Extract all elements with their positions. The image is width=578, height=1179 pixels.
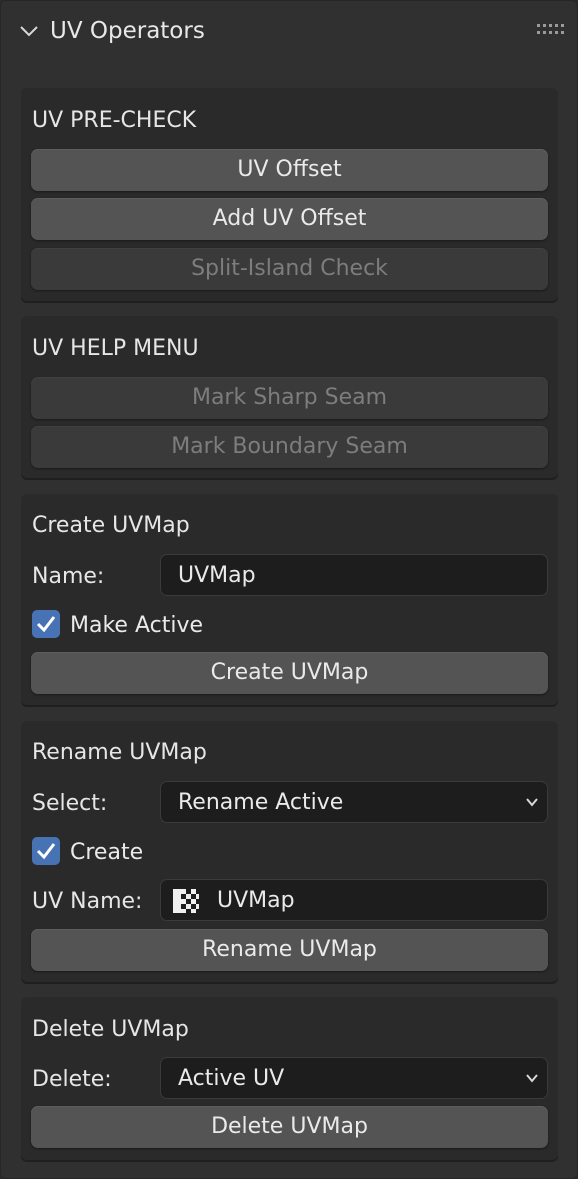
uv-help-menu-box: UV HELP MENU Mark Sharp Seam Mark Bounda…	[21, 316, 558, 478]
create-uvmap-title: Create UVMap	[32, 513, 190, 538]
rename-uvmap-title: Rename UVMap	[32, 740, 207, 765]
chevron-down-icon	[526, 798, 538, 807]
uv-name-field[interactable]: UVMap	[160, 879, 548, 921]
chevron-down-icon	[526, 1074, 538, 1083]
panel-header[interactable]: UV Operators	[1, 1, 577, 63]
split-island-check-button[interactable]: Split-Island Check	[31, 248, 548, 290]
delete-dropdown[interactable]: Active UV	[160, 1057, 548, 1099]
select-dropdown[interactable]: Rename Active	[160, 781, 548, 823]
drag-grip-icon[interactable]	[537, 23, 565, 35]
create-checkbox[interactable]	[32, 837, 60, 865]
rename-uvmap-box: Rename UVMap Select: Rename Active Creat…	[21, 721, 558, 982]
chevron-down-icon[interactable]	[19, 23, 39, 39]
create-uvmap-box: Create UVMap Name: UVMap Make Active Cre…	[21, 494, 558, 705]
delete-dropdown-value: Active UV	[178, 1066, 285, 1091]
uv-precheck-title: UV PRE-CHECK	[32, 108, 197, 133]
checkmark-icon	[36, 843, 56, 860]
delete-uvmap-box: Delete UVMap Delete: Active UV Delete UV…	[21, 997, 558, 1160]
uv-name-field-value: UVMap	[217, 888, 295, 913]
delete-uvmap-title: Delete UVMap	[32, 1017, 189, 1042]
name-field-value: UVMap	[178, 563, 256, 588]
select-label: Select:	[32, 791, 108, 816]
uv-help-menu-title: UV HELP MENU	[32, 336, 199, 361]
mark-boundary-seam-button[interactable]: Mark Boundary Seam	[31, 426, 548, 468]
create-uvmap-button[interactable]: Create UVMap	[31, 652, 548, 694]
mark-sharp-seam-button[interactable]: Mark Sharp Seam	[31, 377, 548, 419]
make-active-checkbox[interactable]	[32, 610, 60, 638]
name-label: Name:	[32, 564, 105, 589]
add-uv-offset-button[interactable]: Add UV Offset	[31, 198, 548, 240]
checkmark-icon	[36, 616, 56, 633]
create-label: Create	[70, 840, 144, 865]
panel-title: UV Operators	[50, 18, 205, 44]
uv-name-label: UV Name:	[32, 889, 143, 914]
delete-label: Delete:	[32, 1067, 112, 1092]
select-dropdown-value: Rename Active	[178, 790, 344, 815]
uv-offset-button[interactable]: UV Offset	[31, 149, 548, 191]
uv-checker-icon	[171, 886, 201, 916]
name-field[interactable]: UVMap	[160, 554, 548, 596]
make-active-label: Make Active	[70, 613, 203, 638]
uv-operators-panel: UV Operators UV PRE-CHECK UV Offset Add …	[0, 0, 578, 1179]
uv-precheck-box: UV PRE-CHECK UV Offset Add UV Offset Spl…	[21, 88, 558, 301]
rename-uvmap-button[interactable]: Rename UVMap	[31, 929, 548, 971]
delete-uvmap-button[interactable]: Delete UVMap	[31, 1106, 548, 1148]
